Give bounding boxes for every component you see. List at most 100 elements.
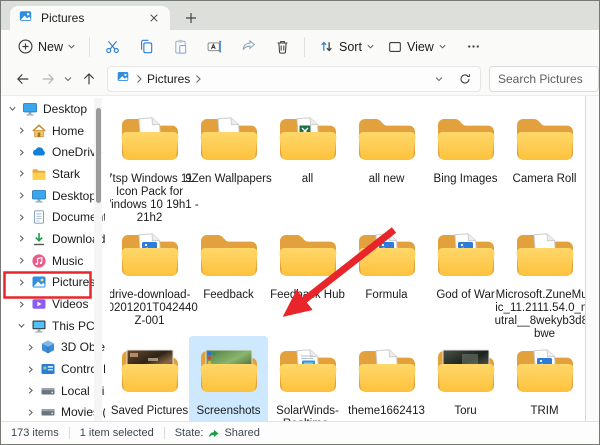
tree-expander-icon[interactable] (16, 126, 26, 136)
rename-button[interactable] (199, 33, 229, 61)
folder-icon (276, 344, 340, 398)
sidebar-item-music[interactable]: Music (1, 250, 105, 272)
forward-button[interactable] (35, 66, 59, 92)
tree-expander-icon[interactable] (16, 256, 26, 266)
tree-expander-icon[interactable] (16, 169, 26, 179)
search-input[interactable] (489, 66, 599, 92)
folder-toru[interactable]: Toru (426, 336, 505, 421)
sidebar-item-desktop[interactable]: Desktop (1, 98, 105, 120)
folder-saved-pictures[interactable]: Saved Pictures (110, 336, 189, 421)
paste-button[interactable] (165, 33, 195, 61)
tree-expander-icon[interactable] (25, 364, 35, 374)
status-bar: 173 items 1 item selected State: Shared (1, 421, 599, 444)
tree-expander-icon[interactable] (16, 147, 26, 157)
tree-expander-icon[interactable] (25, 386, 35, 396)
share-icon (240, 38, 257, 55)
folder-all-new[interactable]: all new (347, 104, 426, 220)
sidebar-item-home[interactable]: Home (1, 120, 105, 142)
sidebar-item-onedrive-per[interactable]: OneDrive - Per (1, 141, 105, 163)
folder-god-of-war[interactable]: God of War (426, 220, 505, 336)
chevron-down-icon (438, 42, 447, 51)
sidebar-item-desktop[interactable]: Desktop (1, 185, 105, 207)
tab-pictures[interactable]: Pictures (10, 6, 170, 30)
tree-expander-icon[interactable] (16, 299, 26, 309)
sidebar-item-this-pc[interactable]: This PC (1, 315, 105, 337)
new-tab-button[interactable] (182, 9, 200, 27)
controlpanel-icon (40, 361, 56, 377)
folder-screenshots[interactable]: Screenshots (189, 336, 268, 421)
delete-button[interactable] (267, 33, 297, 61)
document-icon (31, 209, 47, 225)
sidebar-item-stark[interactable]: Stark (1, 163, 105, 185)
toolbar-separator (304, 37, 305, 57)
sidebar-item-label: Music (52, 254, 83, 268)
address-dropdown-icon[interactable] (434, 74, 444, 84)
folder-icon (434, 112, 498, 166)
sidebar-item-label: This PC (52, 319, 95, 333)
recent-locations-button[interactable] (60, 66, 77, 92)
item-count: 173 items (1, 427, 69, 439)
folder-name: TRIM (495, 405, 586, 418)
cut-button[interactable] (97, 33, 127, 61)
folder-theme1662413[interactable]: theme1662413 (347, 336, 426, 421)
sort-button[interactable]: Sort (312, 33, 381, 61)
view-icon (387, 39, 403, 55)
sidebar-item-pictures[interactable]: Pictures (1, 272, 105, 294)
sidebar-scrollbar-thumb[interactable] (96, 108, 101, 203)
folder-all[interactable]: all (268, 104, 347, 220)
folder-bing-images[interactable]: Bing Images (426, 104, 505, 220)
folder-solarwinds-realtime-bandwidth-monitor[interactable]: SolarWinds-Realtime-Bandwidth-Monitor (268, 336, 347, 421)
tree-expander-icon[interactable] (25, 407, 35, 417)
folder-camera-roll[interactable]: Camera Roll (505, 104, 584, 220)
folder-icon (513, 112, 577, 166)
sidebar-item-3d-objects[interactable]: 3D Objects (1, 337, 105, 359)
up-icon (81, 71, 97, 87)
folder-feedback[interactable]: Feedback (189, 220, 268, 336)
folder-feedback-hub[interactable]: Feedback Hub (268, 220, 347, 336)
sidebar-item-local-disk-c[interactable]: Local Disk (C: (1, 380, 105, 402)
share-button[interactable] (233, 33, 263, 61)
breadcrumb[interactable]: Pictures (107, 66, 481, 92)
refresh-icon[interactable] (458, 72, 472, 86)
folder-drive-download-20201201t042440z-001[interactable]: drive-download-20201201T042440Z-001 (110, 220, 189, 336)
tree-expander-icon[interactable] (16, 277, 26, 287)
sidebar-item-movies-d[interactable]: Movies (D:) (1, 402, 105, 421)
tree-expander-icon[interactable] (16, 321, 26, 331)
copy-button[interactable] (131, 33, 161, 61)
up-button[interactable] (77, 66, 101, 92)
breadcrumb-item[interactable]: Pictures (147, 72, 190, 86)
content-scrollbar[interactable] (585, 96, 600, 421)
sidebar-item-documents[interactable]: Documents (1, 206, 105, 228)
home-icon (31, 123, 47, 139)
sidebar-item-downloads[interactable]: Downloads (1, 228, 105, 250)
cut-icon (104, 38, 121, 55)
back-button[interactable] (11, 66, 35, 92)
state-label: State: (175, 427, 204, 439)
paste-icon (172, 38, 189, 55)
more-options-button[interactable] (459, 33, 488, 61)
folder-formula[interactable]: Formula (347, 220, 426, 336)
tree-expander-icon[interactable] (25, 342, 35, 352)
thispc-icon (31, 318, 47, 334)
shared-icon (207, 427, 220, 439)
folder-9zen-wallpapers[interactable]: 9Zen Wallpapers (189, 104, 268, 220)
folder-trim[interactable]: TRIM (505, 336, 584, 421)
view-button-label: View (407, 40, 434, 54)
tab-close-icon[interactable] (146, 10, 162, 26)
chevron-right-icon (194, 74, 202, 84)
view-button[interactable]: View (381, 33, 453, 61)
state-value: Shared (224, 427, 259, 439)
tree-expander-icon[interactable] (16, 191, 26, 201)
folder-icon (355, 228, 419, 282)
tree-expander-icon[interactable] (16, 212, 26, 222)
forward-icon (40, 71, 56, 87)
folder-microsoft-zunemusic-11-2111-54-0-neutral[interactable]: Microsoft.ZuneMusic_11.2111.54.0_neutral… (505, 220, 584, 336)
title-bar: Pictures (1, 1, 599, 30)
folder-7tsp-windows-11-icon-pack-for-windows-10[interactable]: 7tsp Windows 11 Icon Pack for Windows 10… (110, 104, 189, 220)
sidebar-item-videos[interactable]: Videos (1, 293, 105, 315)
new-button[interactable]: New (11, 33, 82, 61)
tree-expander-icon[interactable] (7, 104, 17, 114)
sidebar-item-control-panel[interactable]: Control Panel (1, 358, 105, 380)
chevron-right-icon (135, 74, 143, 84)
tree-expander-icon[interactable] (16, 234, 26, 244)
